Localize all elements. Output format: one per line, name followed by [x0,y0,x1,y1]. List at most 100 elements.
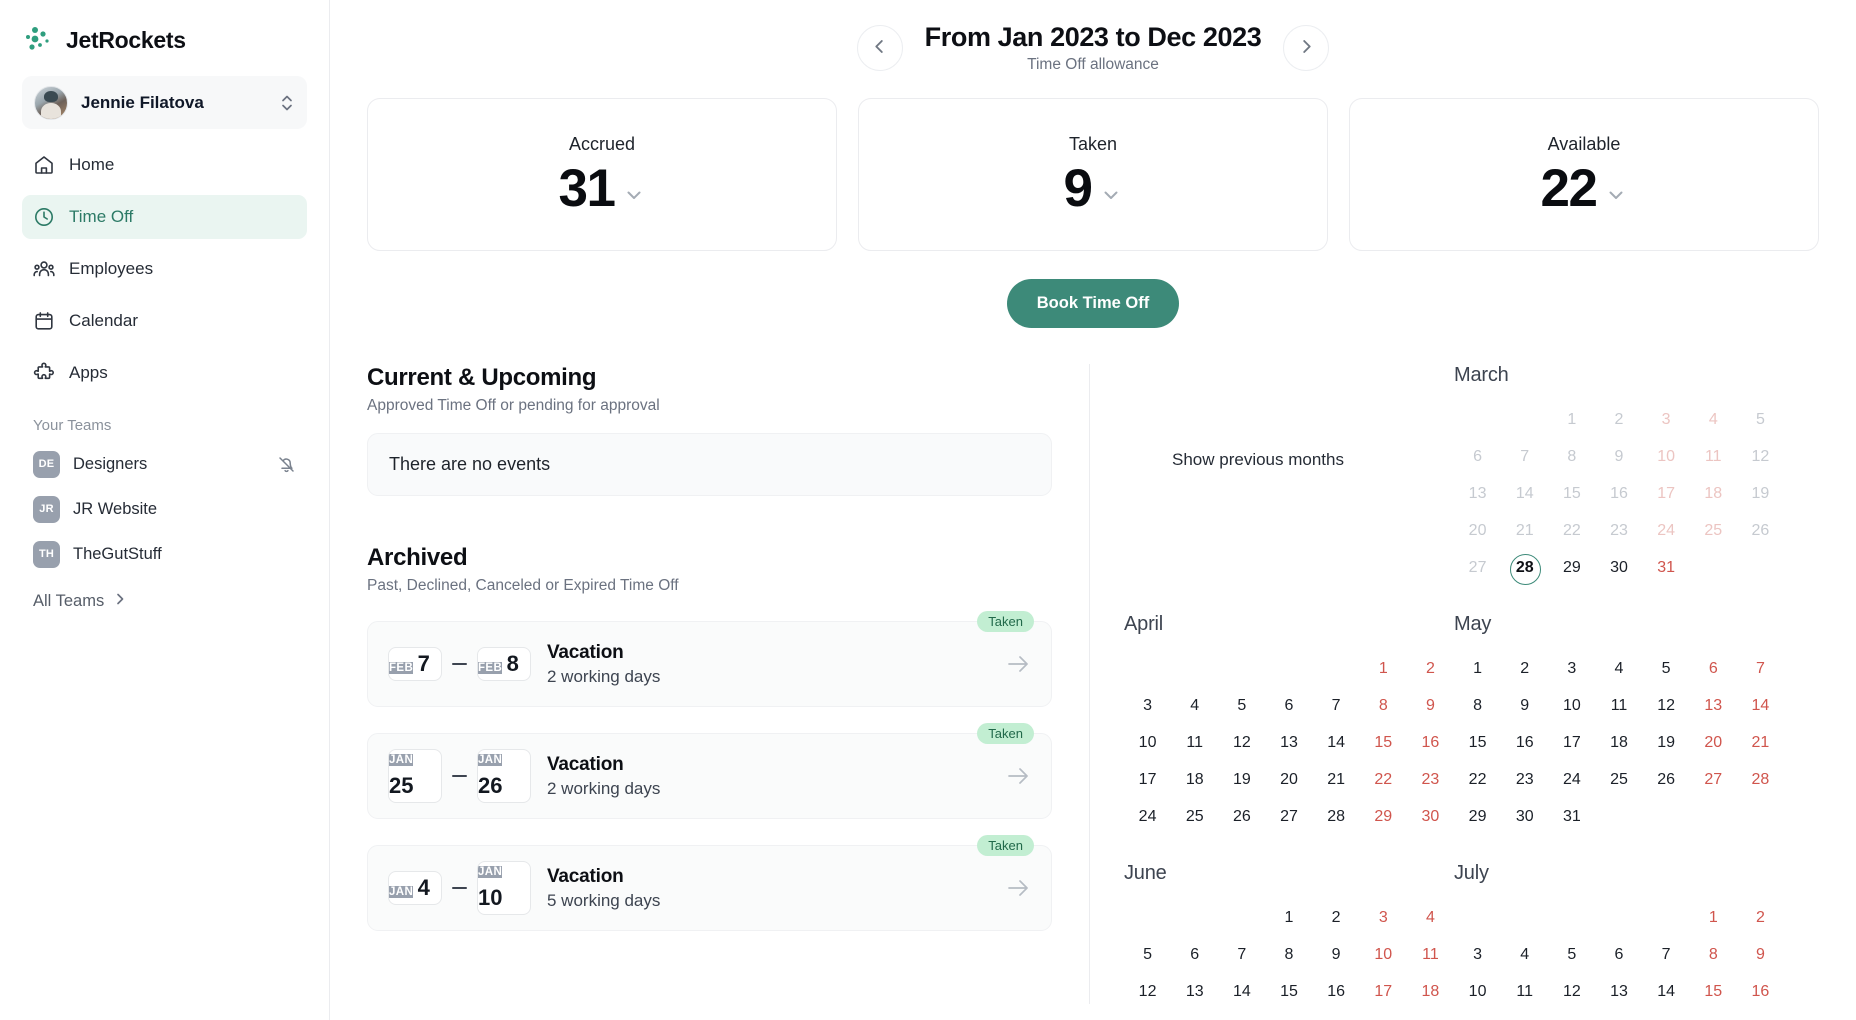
calendar-day[interactable]: 15 [1454,732,1501,754]
calendar-day[interactable]: 17 [1124,769,1171,791]
calendar-day[interactable]: 26 [1737,520,1784,542]
calendar-day[interactable]: 16 [1313,981,1360,1003]
calendar-day[interactable]: 5 [1643,658,1690,680]
calendar-day[interactable]: 8 [1265,944,1312,966]
calendar-day[interactable]: 4 [1171,695,1218,717]
calendar-day[interactable]: 7 [1313,695,1360,717]
table-row[interactable]: Taken JAN 25 JAN 26 Vacation 2 working d… [367,723,1052,819]
calendar-day[interactable]: 7 [1643,944,1690,966]
calendar-day[interactable]: 10 [1124,732,1171,754]
calendar-day[interactable]: 12 [1218,732,1265,754]
calendar-day[interactable]: 21 [1313,769,1360,791]
all-teams-link[interactable]: All Teams [22,582,307,620]
calendar-day[interactable]: 25 [1690,520,1737,542]
brand[interactable]: JetRockets [22,18,307,62]
calendar-day[interactable]: 11 [1501,981,1548,1003]
bell-off-icon[interactable] [277,455,296,474]
calendar-day[interactable]: 8 [1548,446,1595,468]
calendar-day[interactable]: 9 [1595,446,1642,468]
calendar-day[interactable]: 9 [1313,944,1360,966]
calendar-day[interactable]: 16 [1407,732,1454,754]
calendar-day[interactable]: 7 [1737,658,1784,680]
calendar-day[interactable]: 23 [1501,769,1548,791]
calendar-day[interactable]: 2 [1313,907,1360,929]
calendar-day[interactable]: 8 [1690,944,1737,966]
arrow-right-icon[interactable] [1005,763,1031,789]
calendar-day[interactable]: 2 [1737,907,1784,929]
calendar-day[interactable]: 20 [1265,769,1312,791]
calendar-day[interactable]: 18 [1595,732,1642,754]
calendar-day[interactable]: 27 [1454,557,1501,579]
calendar-day[interactable]: 9 [1737,944,1784,966]
calendar-day[interactable]: 18 [1690,483,1737,505]
calendar-day[interactable]: 15 [1360,732,1407,754]
calendar-day[interactable]: 28 [1737,769,1784,791]
calendar-day[interactable]: 15 [1690,981,1737,1003]
calendar-day[interactable]: 31 [1548,806,1595,828]
sidebar-item-home[interactable]: Home [22,143,307,187]
calendar-day[interactable]: 16 [1737,981,1784,1003]
calendar-day[interactable]: 13 [1690,695,1737,717]
calendar-day[interactable]: 11 [1595,695,1642,717]
calendar-day[interactable]: 26 [1643,769,1690,791]
calendar-day[interactable]: 22 [1360,769,1407,791]
calendar-day[interactable]: 30 [1407,806,1454,828]
calendar-day[interactable]: 6 [1454,446,1501,468]
calendar-day[interactable]: 29 [1360,806,1407,828]
calendar-day[interactable]: 5 [1218,695,1265,717]
calendar-day[interactable]: 22 [1454,769,1501,791]
user-switcher[interactable]: Jennie Filatova [22,76,307,129]
calendar-day[interactable]: 3 [1124,695,1171,717]
calendar-day[interactable]: 19 [1737,483,1784,505]
calendar-day[interactable]: 17 [1643,483,1690,505]
calendar-day[interactable]: 13 [1454,483,1501,505]
calendar-day[interactable]: 16 [1501,732,1548,754]
calendar-day[interactable]: 24 [1548,769,1595,791]
calendar-day[interactable]: 10 [1454,981,1501,1003]
calendar-day[interactable]: 18 [1407,981,1454,1003]
calendar-day[interactable]: 1 [1690,907,1737,929]
show-previous-months-button[interactable]: Show previous months [1124,364,1454,470]
calendar-day[interactable]: 20 [1690,732,1737,754]
calendar-day[interactable]: 25 [1595,769,1642,791]
calendar-day[interactable]: 8 [1454,695,1501,717]
calendar-day[interactable]: 15 [1548,483,1595,505]
calendar-day[interactable]: 10 [1548,695,1595,717]
calendar-day[interactable]: 3 [1360,907,1407,929]
chevron-down-icon[interactable] [1100,184,1122,206]
calendar-day[interactable]: 6 [1690,658,1737,680]
calendar-day[interactable]: 12 [1737,446,1784,468]
next-period-button[interactable] [1283,25,1330,71]
calendar-day[interactable]: 6 [1595,944,1642,966]
sidebar-team-thegutstuff[interactable]: TH TheGutStuff [22,534,307,574]
calendar-day[interactable]: 5 [1124,944,1171,966]
calendar-day[interactable]: 22 [1548,520,1595,542]
calendar-day[interactable]: 4 [1595,658,1642,680]
calendar-day[interactable]: 29 [1454,806,1501,828]
sidebar-team-jr-website[interactable]: JR JR Website [22,489,307,529]
calendar-day[interactable]: 2 [1595,409,1642,431]
calendar-day[interactable]: 14 [1737,695,1784,717]
calendar-day[interactable]: 10 [1360,944,1407,966]
calendar-day[interactable]: 4 [1407,907,1454,929]
calendar-day[interactable]: 14 [1218,981,1265,1003]
calendar-day[interactable]: 2 [1407,658,1454,680]
calendar-day[interactable]: 14 [1313,732,1360,754]
calendar-day[interactable]: 27 [1690,769,1737,791]
arrow-right-icon[interactable] [1005,875,1031,901]
chevron-down-icon[interactable] [623,184,645,206]
sidebar-team-designers[interactable]: DE Designers [22,444,307,484]
calendar-day[interactable]: 17 [1548,732,1595,754]
calendar-day[interactable]: 13 [1265,732,1312,754]
calendar-day[interactable]: 23 [1407,769,1454,791]
table-row[interactable]: Taken JAN 4 JAN 10 Vacation 5 working da… [367,835,1052,931]
calendar-day[interactable]: 11 [1407,944,1454,966]
stat-card-taken[interactable]: Taken 9 [858,98,1328,251]
sidebar-item-time-off[interactable]: Time Off [22,195,307,239]
chevron-down-icon[interactable] [1605,184,1627,206]
calendar-day[interactable]: 28 [1313,806,1360,828]
calendar-day[interactable]: 10 [1643,446,1690,468]
calendar-day[interactable]: 23 [1595,520,1642,542]
calendar-day[interactable]: 9 [1501,695,1548,717]
calendar-day[interactable]: 26 [1218,806,1265,828]
